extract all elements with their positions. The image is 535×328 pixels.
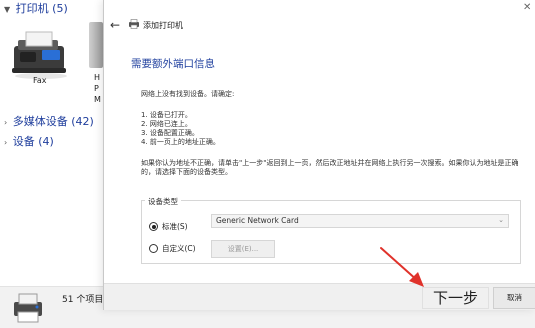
- chevron-right-icon: ›: [4, 118, 8, 127]
- printer-icon: [14, 293, 42, 323]
- intro-text: 网络上没有找到设备。请确定:: [141, 90, 235, 98]
- dialog-title: 添加打印机: [143, 21, 183, 30]
- printer-icon[interactable]: [89, 22, 103, 68]
- standard-radio[interactable]: 标准(S): [149, 221, 188, 232]
- printer-icon: [129, 19, 139, 29]
- settings-button[interactable]: 设置(E)...: [211, 240, 275, 258]
- checklist-item: 3. 设备配置正确。: [141, 129, 199, 137]
- close-icon[interactable]: ✕: [523, 2, 531, 13]
- media-devices-section-header[interactable]: › 多媒体设备 (42): [4, 113, 94, 129]
- checklist-item: 4. 前一页上的地址正确。: [141, 138, 220, 146]
- checklist-item: 2. 网络已连上。: [141, 120, 192, 128]
- add-printer-dialog: ✕ ← 添加打印机 需要额外端口信息 网络上没有找到设备。请确定: 1. 设备已…: [103, 0, 535, 310]
- devices-section-header[interactable]: › 设备 (4): [4, 133, 54, 149]
- advice-text: 如果你认为地址不正确，请单击"上一步"返回到上一页，然后改正地址并在网络上执行另…: [141, 159, 519, 176]
- page-heading: 需要额外端口信息: [131, 58, 215, 70]
- radio-unchecked-icon[interactable]: [149, 244, 158, 253]
- devices-section-label: 设备 (4): [12, 135, 54, 148]
- standard-label: 标准(S): [162, 222, 188, 231]
- chevron-down-icon: ▼: [4, 5, 11, 14]
- item-count: 51 个项目: [62, 295, 104, 305]
- chevron-right-icon: ›: [4, 138, 8, 147]
- checklist: 1. 设备已打开。 2. 网络已连上。 3. 设备配置正确。 4. 前一页上的地…: [141, 111, 526, 147]
- printers-section-header[interactable]: ▼ 打印机 (5): [4, 0, 68, 16]
- cancel-button[interactable]: 取消: [493, 287, 535, 309]
- device-type-label: 设备类型: [145, 196, 181, 207]
- media-section-label: 多媒体设备 (42): [12, 115, 94, 128]
- printers-section-label: 打印机 (5): [15, 2, 68, 15]
- radio-checked-icon[interactable]: [149, 222, 158, 231]
- chevron-down-icon: ⌄: [498, 216, 504, 224]
- dialog-body: 网络上没有找到设备。请确定: 1. 设备已打开。 2. 网络已连上。 3. 设备…: [141, 90, 526, 177]
- back-button[interactable]: ←: [110, 18, 120, 32]
- arrow-left-icon: ←: [110, 18, 121, 32]
- custom-label: 自定义(C): [162, 244, 196, 253]
- device-type-select[interactable]: Generic Network Card ⌄: [211, 214, 509, 228]
- fax-label: Fax: [33, 76, 47, 85]
- device-type-value: Generic Network Card: [216, 216, 299, 225]
- partial-device-label: H P M: [94, 73, 101, 104]
- next-button[interactable]: 下一步: [422, 287, 489, 309]
- checklist-item: 1. 设备已打开。: [141, 111, 192, 119]
- custom-radio[interactable]: 自定义(C): [149, 243, 196, 254]
- device-type-group: [141, 200, 521, 264]
